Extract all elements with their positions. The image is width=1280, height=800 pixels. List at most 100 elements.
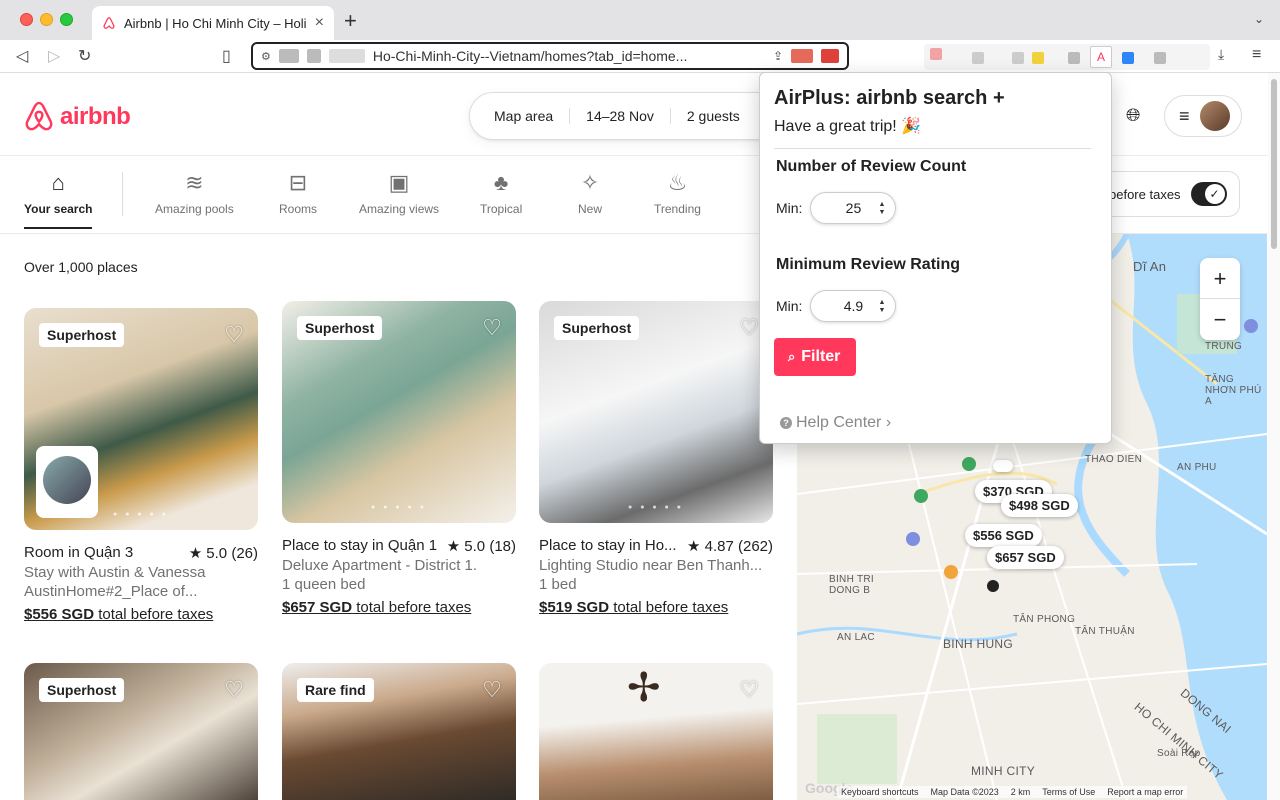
tab-close-icon[interactable]: × bbox=[315, 14, 324, 32]
category-new[interactable]: ✧ New bbox=[578, 170, 602, 216]
listing-card[interactable]: Rare find ♡ bbox=[282, 663, 516, 800]
help-center-link[interactable]: ? Help Center › bbox=[780, 414, 1097, 432]
heart-icon[interactable]: ♡ bbox=[224, 677, 244, 703]
user-menu-button[interactable]: ≡ bbox=[1164, 95, 1242, 137]
superhost-badge: Superhost bbox=[297, 316, 383, 340]
listing-price[interactable]: $556 SGD total before taxes bbox=[24, 606, 258, 623]
category-label: New bbox=[578, 202, 603, 216]
site-settings-icon[interactable]: ⚙ bbox=[261, 50, 271, 63]
tax-toggle-switch[interactable] bbox=[1190, 182, 1227, 206]
heart-icon[interactable]: ♡ bbox=[224, 322, 244, 348]
category-amazing-pools[interactable]: ≋ Amazing pools bbox=[155, 170, 234, 216]
price-pin[interactable]: $498 SGD bbox=[1001, 494, 1078, 517]
search-bar[interactable]: Map area 14–28 Nov 2 guests bbox=[469, 92, 789, 140]
listing-rating: ★ 5.0 (26) bbox=[188, 545, 258, 562]
listing-card[interactable]: Superhost ♡ bbox=[24, 663, 258, 800]
rating-stepper[interactable]: 4.9 ▲ ▼ bbox=[810, 290, 897, 322]
new-tab-button[interactable]: + bbox=[344, 8, 357, 34]
search-location[interactable]: Map area bbox=[494, 108, 571, 124]
extension-icon[interactable] bbox=[1032, 52, 1044, 64]
extension-icon[interactable] bbox=[1012, 52, 1024, 64]
photo-dots[interactable]: ● ● ● ● ● bbox=[282, 504, 516, 511]
category-tropical[interactable]: ♣ Tropical bbox=[480, 170, 522, 216]
map-label: TĂNG NHƠN PHÚ A bbox=[1205, 374, 1262, 407]
share-icon[interactable]: ⇪ bbox=[773, 49, 783, 63]
scrollbar-thumb[interactable] bbox=[1271, 79, 1277, 249]
extension-icon[interactable] bbox=[791, 49, 813, 63]
category-label: Amazing pools bbox=[155, 202, 234, 216]
listing-photo[interactable]: ♡ ✢ bbox=[539, 663, 773, 800]
back-icon[interactable]: ◁ bbox=[16, 46, 28, 66]
extension-icon[interactable] bbox=[1122, 52, 1134, 64]
stepper-arrows-icon[interactable]: ▲ ▼ bbox=[879, 201, 886, 217]
zoom-in-button[interactable]: + bbox=[1200, 258, 1240, 299]
host-avatar bbox=[43, 456, 91, 504]
category-trending[interactable]: ♨ Trending bbox=[654, 170, 701, 216]
extension-icon[interactable] bbox=[1154, 52, 1166, 64]
listing-price[interactable]: $519 SGD total before taxes bbox=[539, 599, 773, 616]
photo-dots[interactable]: ● ● ● ● ● bbox=[24, 511, 258, 518]
reload-icon[interactable]: ↻ bbox=[78, 46, 91, 66]
filter-button[interactable]: ⌕ Filter bbox=[774, 338, 857, 376]
listing-subtitle: Stay with Austin & Vanessa bbox=[24, 564, 206, 581]
zoom-window-button[interactable] bbox=[60, 13, 73, 26]
page-scrollbar[interactable] bbox=[1268, 73, 1280, 800]
listing-photo[interactable]: Superhost ♡ bbox=[24, 663, 258, 800]
search-guests[interactable]: 2 guests bbox=[671, 108, 756, 124]
listing-price[interactable]: $657 SGD total before taxes bbox=[282, 599, 516, 616]
extension-icon[interactable] bbox=[821, 49, 839, 63]
menu-icon[interactable]: ≡ bbox=[1252, 46, 1261, 64]
extension-icon[interactable] bbox=[972, 52, 984, 64]
listing-photo[interactable]: Superhost ♡ ● ● ● ● ● bbox=[539, 301, 773, 523]
airplus-extension-icon[interactable]: A bbox=[1090, 46, 1112, 68]
extension-icon[interactable] bbox=[1068, 52, 1080, 64]
help-center-label: Help Center › bbox=[796, 414, 892, 431]
report-error-link[interactable]: Report a map error bbox=[1107, 787, 1183, 797]
display-total-toggle-box[interactable]: before taxes bbox=[1090, 171, 1240, 217]
key-icon: ✧ bbox=[580, 170, 600, 195]
heart-icon[interactable]: ♡ bbox=[482, 677, 502, 703]
price-pin[interactable]: $556 SGD bbox=[965, 524, 1042, 547]
airbnb-logo[interactable]: airbnb bbox=[24, 101, 131, 133]
terms-link[interactable]: Terms of Use bbox=[1042, 787, 1095, 797]
listing-photo[interactable]: Rare find ♡ bbox=[282, 663, 516, 800]
listing-photo[interactable]: Superhost ♡ ● ● ● ● ● bbox=[282, 301, 516, 523]
review-count-stepper[interactable]: 25 ▲ ▼ bbox=[810, 192, 897, 224]
photo-dots[interactable]: ● ● ● ● ● bbox=[539, 504, 773, 511]
listing-card[interactable]: Superhost ♡ ● ● ● ● ● Place to stay in H… bbox=[539, 301, 773, 616]
map-cluster-pin[interactable] bbox=[993, 460, 1013, 472]
price-suffix: total before taxes bbox=[94, 606, 214, 623]
category-label: Rooms bbox=[279, 202, 318, 216]
tab-list-chevron-icon[interactable]: ⌄ bbox=[1254, 12, 1264, 26]
listing-rating: ★ 5.0 (18) bbox=[446, 538, 516, 555]
zoom-out-button[interactable]: − bbox=[1200, 299, 1240, 340]
listing-card[interactable]: Superhost ♡ ● ● ● ● ● Place to stay in Q… bbox=[282, 301, 516, 616]
address-bar[interactable]: ⚙ Ho-Chi-Minh-City--Vietnam/homes?tab_id… bbox=[251, 42, 849, 70]
extension-icon[interactable] bbox=[930, 48, 942, 60]
heart-icon[interactable]: ♡ bbox=[739, 677, 759, 703]
search-dates[interactable]: 14–28 Nov bbox=[570, 108, 671, 124]
heart-icon[interactable]: ♡ bbox=[739, 315, 759, 341]
browser-tab[interactable]: Airbnb | Ho Chi Minh City – Holiday Rent… bbox=[92, 6, 334, 40]
listing-card[interactable]: Superhost ♡ ● ● ● ● ● Room in Quận 3 ★ 5.… bbox=[24, 308, 258, 623]
category-your-search[interactable]: ⌂ Your search bbox=[24, 170, 93, 229]
category-rooms[interactable]: ⊟ Rooms bbox=[279, 170, 317, 216]
close-window-button[interactable] bbox=[20, 13, 33, 26]
stepper-arrows-icon[interactable]: ▲ ▼ bbox=[879, 299, 886, 315]
price-pin[interactable]: $657 SGD bbox=[987, 546, 1064, 569]
url-text[interactable]: Ho-Chi-Minh-City--Vietnam/homes?tab_id=h… bbox=[373, 48, 765, 64]
listing-card[interactable]: ♡ ✢ bbox=[539, 663, 773, 800]
globe-icon[interactable]: 🌐︎ bbox=[1126, 105, 1140, 126]
keyboard-shortcuts-link[interactable]: Keyboard shortcuts bbox=[841, 787, 919, 797]
minimize-window-button[interactable] bbox=[40, 13, 53, 26]
forward-icon[interactable]: ▷ bbox=[48, 46, 60, 66]
category-amazing-views[interactable]: ▣ Amazing views bbox=[359, 170, 439, 216]
bookmark-icon[interactable]: ▯ bbox=[222, 46, 231, 66]
airplus-popup: AirPlus: airbnb search + Have a great tr… bbox=[759, 72, 1112, 444]
listing-photo[interactable]: Superhost ♡ ● ● ● ● ● bbox=[24, 308, 258, 530]
download-icon[interactable]: ⤓ bbox=[1218, 46, 1224, 63]
superhost-badge: Superhost bbox=[554, 316, 640, 340]
heart-icon[interactable]: ♡ bbox=[482, 315, 502, 341]
tab-title: Airbnb | Ho Chi Minh City – Holiday Rent… bbox=[124, 15, 307, 31]
superhost-badge: Superhost bbox=[39, 678, 125, 702]
